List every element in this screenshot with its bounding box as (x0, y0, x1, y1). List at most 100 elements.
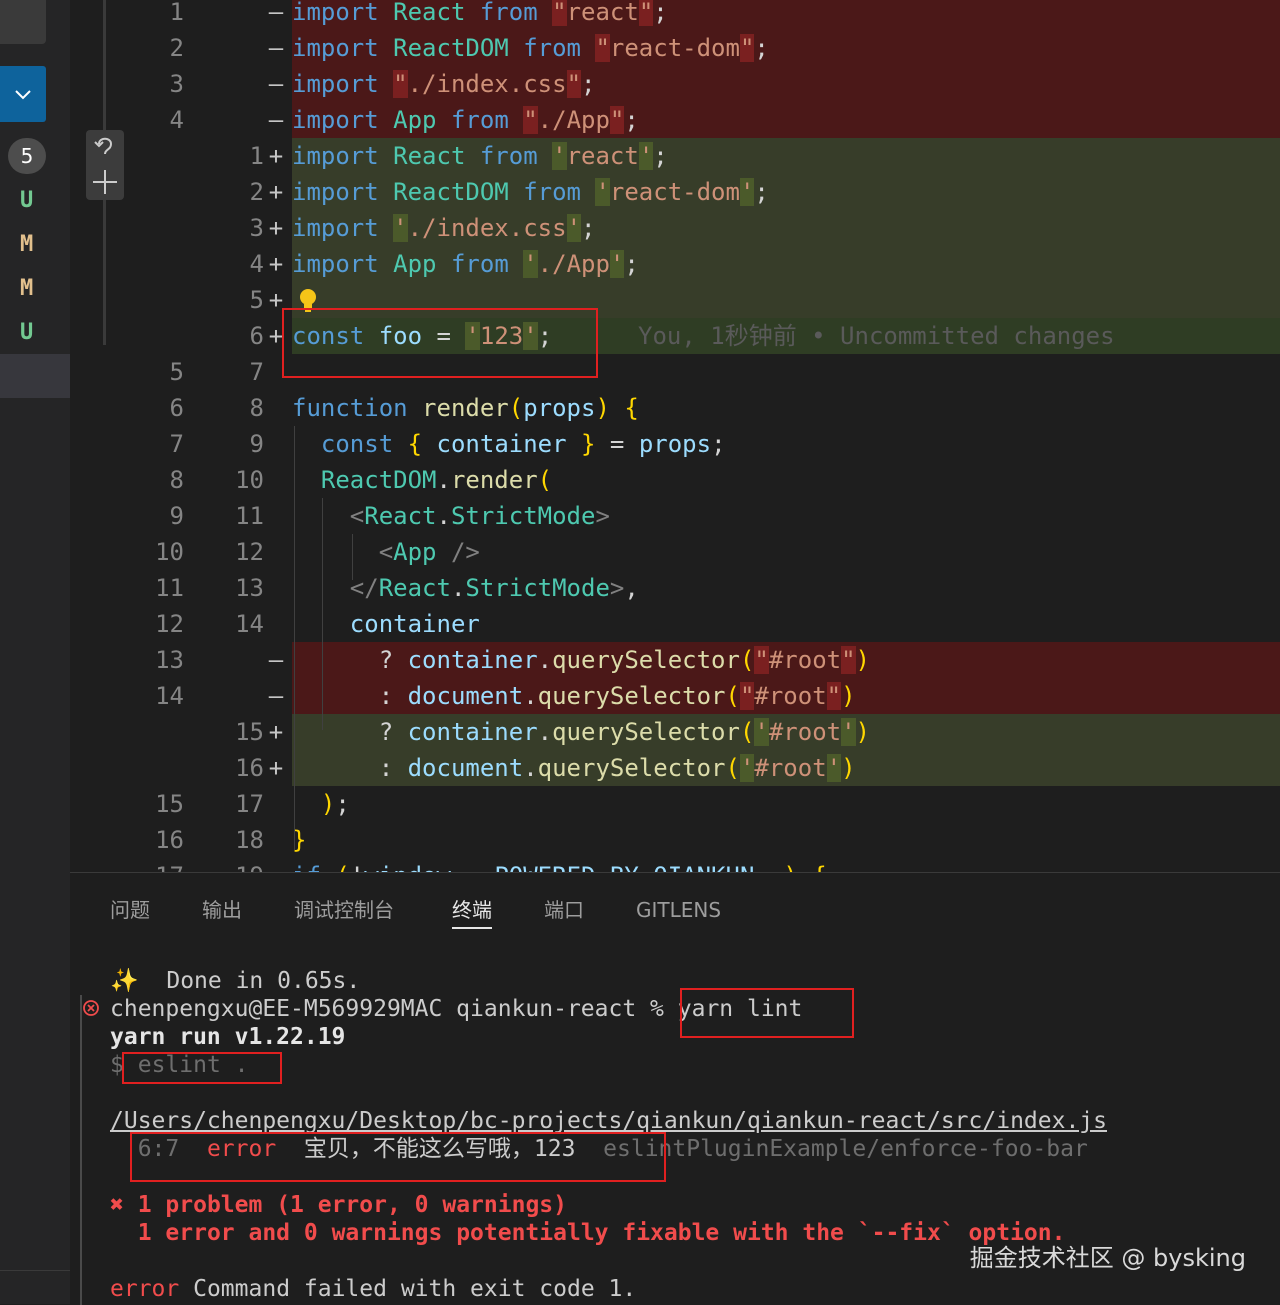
code-line[interactable]: 5 + (70, 282, 1280, 318)
terminal-fixable-line: 1 error and 0 warnings potentially fixab… (110, 1219, 1066, 1247)
terminal-line-done: ✨ Done in 0.65s. (110, 967, 360, 995)
indent-guide (294, 426, 295, 850)
code-line[interactable]: 7 9 const { container } = props; (70, 426, 1280, 462)
old-line-number: 13 (155, 646, 184, 674)
code-text: : document.querySelector('#root') (292, 754, 856, 782)
new-line-number: 12 (235, 538, 264, 566)
sidebar-top-block[interactable] (0, 0, 46, 44)
done-text: Done in 0.65s. (166, 968, 361, 994)
diff-marker: — (268, 682, 284, 710)
code-line[interactable]: 3 — import "./index.css"; (70, 66, 1280, 102)
watermark: 掘金技术社区 @ bysking (969, 1244, 1246, 1272)
code-line[interactable]: 8 10 ReactDOM.render( (70, 462, 1280, 498)
new-line-number: 4 (249, 250, 264, 278)
old-line-number: 15 (155, 790, 184, 818)
code-line[interactable]: 12 14 container (70, 606, 1280, 642)
file-status-u[interactable]: U (20, 312, 50, 352)
code-line[interactable]: 13 — ? container.querySelector("#root") (70, 642, 1280, 678)
code-text: ? container.querySelector("#root") (292, 646, 870, 674)
code-line[interactable]: 10 12 <App /> (70, 534, 1280, 570)
code-line[interactable]: 6 + const foo = '123'; You, 1秒钟前 • Uncommit… (70, 318, 1280, 354)
file-status-m[interactable]: M (20, 268, 50, 308)
code-line[interactable]: 14 — : document.querySelector("#root") (70, 678, 1280, 714)
sparkles-icon: ✨ (110, 968, 139, 994)
code-line[interactable]: 2 — import ReactDOM from "react-dom"; (70, 30, 1280, 66)
panel-tab-1[interactable]: 输出 (202, 893, 242, 927)
old-line-number: 6 (169, 394, 184, 422)
code-text: ReactDOM.render( (320, 466, 553, 494)
git-blame-annotation: You, 1秒钟前 • Uncommitted changes (638, 322, 1115, 350)
file-status-m[interactable]: M (20, 224, 50, 264)
new-line-number: 9 (249, 430, 264, 458)
diff-marker: + (268, 718, 284, 746)
code-line[interactable]: 16 18} (70, 822, 1280, 858)
terminal-line-yarn: yarn run v1.22.19 (110, 1024, 346, 1050)
sidebar-divider (0, 1270, 70, 1271)
code-line[interactable]: 3 + import './index.css'; (70, 210, 1280, 246)
source-control-sidebar: 5 UMMUM (0, 0, 70, 1304)
file-status-u[interactable]: U (20, 180, 50, 220)
code-text: ? container.querySelector('#root') (292, 718, 870, 746)
new-line-number: 17 (235, 790, 264, 818)
new-line-number: 18 (235, 826, 264, 854)
code-text: <React.StrictMode> (349, 502, 610, 530)
old-line-number: 11 (155, 574, 184, 602)
old-line-number: 5 (169, 358, 184, 386)
diff-marker: + (268, 178, 284, 206)
terminal-file-path[interactable]: /Users/chenpengxu/Desktop/bc-projects/qi… (110, 1107, 1107, 1135)
code-line[interactable]: 2 + import ReactDOM from 'react-dom'; (70, 174, 1280, 210)
code-line[interactable]: 9 11 <React.StrictMode> (70, 498, 1280, 534)
old-line-number: 3 (169, 70, 184, 98)
code-line[interactable]: 4 — import App from "./App"; (70, 102, 1280, 138)
code-line[interactable]: 6 8 function render(props) { (70, 390, 1280, 426)
diff-marker: + (268, 142, 284, 170)
panel-tab-0[interactable]: 问题 (110, 893, 150, 927)
code-line[interactable]: 1 + import React from 'react'; (70, 138, 1280, 174)
new-line-number: 7 (249, 358, 264, 386)
code-line[interactable]: 57 (70, 354, 1280, 390)
collapse-chevron-button[interactable] (0, 66, 46, 122)
code-text: import App from './App'; (292, 250, 639, 278)
panel-tab-5[interactable]: GITLENS (636, 893, 721, 927)
fixable-text: 1 error and 0 warnings potentially fixab… (137, 1220, 1066, 1246)
selected-file-highlight[interactable] (0, 354, 70, 398)
error-circle-icon (83, 1000, 99, 1016)
code-text: </React.StrictMode>, (349, 574, 639, 602)
chevron-down-icon (15, 90, 31, 100)
diff-marker: — (268, 106, 284, 134)
indent-guide (322, 498, 323, 730)
new-line-number: 8 (249, 394, 264, 422)
new-line-number: 15 (235, 718, 264, 746)
line-background (292, 786, 1280, 822)
panel-tab-3[interactable]: 终端 (452, 893, 492, 929)
indent-guide (352, 534, 353, 580)
new-line-number: 3 (249, 214, 264, 242)
problem-line: 1 problem (1 error, 0 warnings) (137, 1192, 567, 1218)
new-line-number: 1 (249, 142, 264, 170)
annotation-box-error (130, 1132, 666, 1182)
new-line-number: 13 (235, 574, 264, 602)
code-line[interactable]: 15 17 ); (70, 786, 1280, 822)
new-line-number: 2 (249, 178, 264, 206)
code-text: import App from "./App"; (292, 106, 639, 134)
code-line[interactable]: 16 + : document.querySelector('#root') (70, 750, 1280, 786)
code-text: import React from 'react'; (292, 142, 668, 170)
code-line[interactable]: 1 — import React from "react"; (70, 0, 1280, 30)
panel-tab-2[interactable]: 调试控制台 (294, 893, 394, 927)
code-text: const { container } = props; (320, 430, 726, 458)
new-line-number: 10 (235, 466, 264, 494)
diff-marker: + (268, 250, 284, 278)
old-line-number: 2 (169, 34, 184, 62)
new-line-number: 5 (249, 286, 264, 314)
diff-marker: — (268, 70, 284, 98)
code-text: : document.querySelector("#root") (292, 682, 856, 710)
changes-count-badge: 5 (8, 138, 46, 174)
terminal-problem-summary: ✖ 1 problem (1 error, 0 warnings) (110, 1191, 567, 1219)
code-line[interactable]: 15 + ? container.querySelector('#root') (70, 714, 1280, 750)
code-line[interactable]: 11 13 </React.StrictMode>, (70, 570, 1280, 606)
terminal-fail-line: error Command failed with exit code 1. (110, 1275, 636, 1303)
code-line[interactable]: 4 + import App from './App'; (70, 246, 1280, 282)
code-text: <App /> (378, 538, 480, 566)
panel-tab-4[interactable]: 端口 (544, 893, 584, 927)
new-line-number: 11 (235, 502, 264, 530)
